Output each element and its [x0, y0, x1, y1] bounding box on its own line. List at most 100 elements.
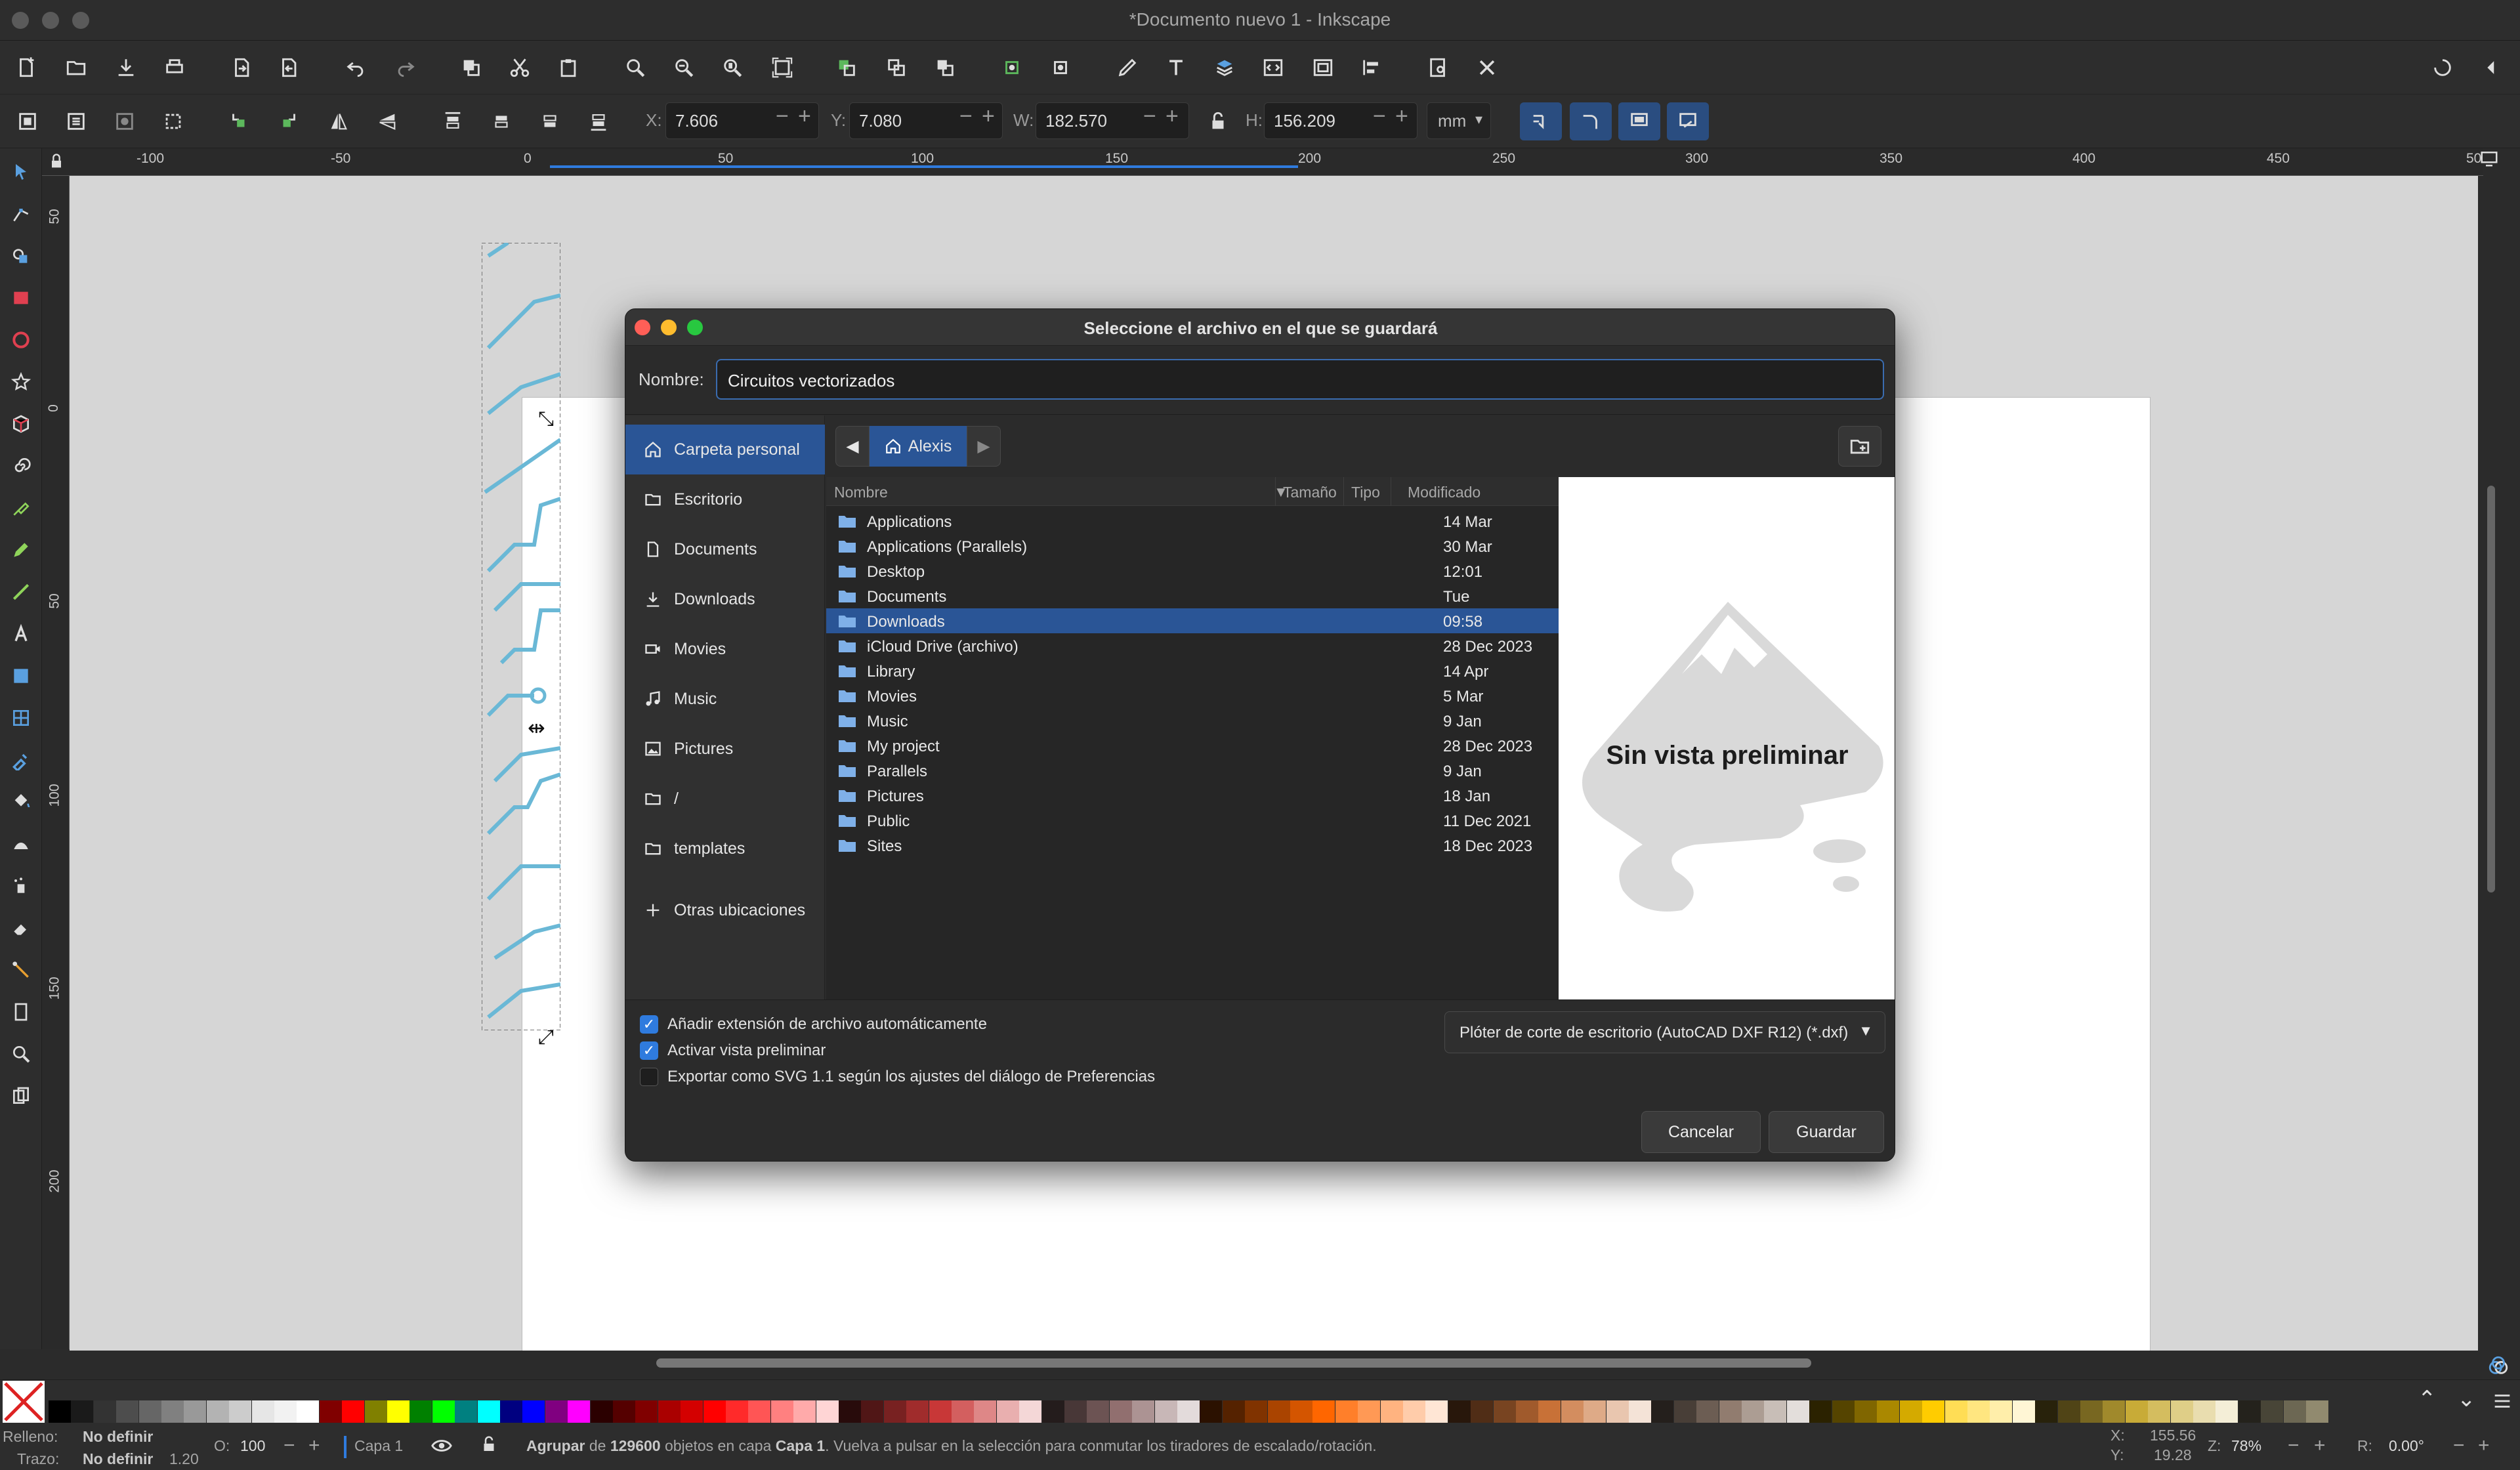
document-properties-button[interactable] — [1421, 51, 1456, 85]
color-swatch[interactable] — [1200, 1400, 1223, 1423]
touch-select-button[interactable] — [156, 104, 190, 138]
text-tool[interactable] — [5, 618, 37, 650]
rotation-value[interactable]: 0.00° — [2389, 1437, 2424, 1455]
color-swatch[interactable] — [387, 1400, 410, 1423]
vertical-scrollbar[interactable] — [2487, 486, 2495, 892]
color-swatch[interactable] — [1087, 1400, 1110, 1423]
cancel-button[interactable]: Cancelar — [1641, 1111, 1761, 1153]
preferences-button[interactable] — [1470, 51, 1504, 85]
y-field[interactable]: 7.080 — [849, 102, 1003, 139]
color-swatch[interactable] — [1764, 1400, 1787, 1423]
color-swatch[interactable] — [1222, 1400, 1245, 1423]
enable-preview-checkbox[interactable]: ✓ — [640, 1041, 658, 1060]
color-swatch[interactable] — [748, 1400, 771, 1423]
cut-button[interactable] — [503, 51, 537, 85]
export-button[interactable] — [272, 51, 306, 85]
color-swatch[interactable] — [342, 1400, 365, 1423]
file-row[interactable]: My project 28 Dec 2023 — [826, 733, 1577, 758]
color-swatch[interactable] — [1832, 1400, 1855, 1423]
color-swatch[interactable] — [681, 1400, 704, 1423]
x-field[interactable]: 7.606 — [665, 102, 819, 139]
layer-visibility-icon[interactable] — [430, 1435, 459, 1461]
y-increment-button[interactable]: + — [982, 104, 995, 129]
w-decrement-button[interactable]: − — [1143, 104, 1156, 129]
snap-bbox-button[interactable] — [995, 51, 1029, 85]
scale-corners-button[interactable] — [1570, 102, 1612, 140]
3d-box-tool[interactable] — [5, 408, 37, 440]
color-swatch[interactable] — [2080, 1400, 2103, 1423]
color-swatch[interactable] — [1109, 1400, 1132, 1423]
color-swatch[interactable] — [2283, 1400, 2306, 1423]
color-swatch[interactable] — [319, 1400, 342, 1423]
stroke-width-value[interactable]: 1.20 — [169, 1450, 199, 1468]
color-swatch[interactable] — [138, 1400, 161, 1423]
place-escritorio[interactable]: Escritorio — [625, 474, 825, 524]
xml-button[interactable] — [1256, 51, 1290, 85]
color-swatch[interactable] — [1809, 1400, 1832, 1423]
color-swatch[interactable] — [1132, 1400, 1155, 1423]
shape-builder-tool[interactable] — [5, 240, 37, 272]
duplicate-button[interactable] — [454, 51, 488, 85]
x-increment-button[interactable]: + — [798, 104, 811, 129]
color-swatch[interactable] — [2306, 1400, 2328, 1423]
snap-toggle-button[interactable] — [2426, 51, 2460, 85]
select-all-layers-button[interactable] — [59, 104, 93, 138]
color-swatch[interactable] — [274, 1400, 297, 1423]
color-swatch[interactable] — [974, 1400, 997, 1423]
rectangle-tool[interactable] — [5, 282, 37, 314]
current-layer-select[interactable]: Capa 1 — [354, 1437, 403, 1455]
color-swatch[interactable] — [1606, 1400, 1629, 1423]
color-swatch[interactable] — [1696, 1400, 1719, 1423]
color-swatch[interactable] — [1584, 1400, 1606, 1423]
zoom-drawing-button[interactable] — [667, 51, 701, 85]
file-row[interactable]: Downloads 09:58 — [826, 608, 1577, 633]
column-type[interactable]: Tipo — [1351, 484, 1380, 501]
color-swatch[interactable] — [2170, 1400, 2193, 1423]
paint-bucket-tool[interactable] — [5, 786, 37, 818]
color-swatch[interactable] — [2057, 1400, 2080, 1423]
place-pictures[interactable]: Pictures — [625, 724, 825, 774]
color-swatch[interactable] — [2238, 1400, 2261, 1423]
file-type-select[interactable]: Plóter de corte de escritorio (AutoCAD D… — [1444, 1011, 1885, 1053]
color-swatch[interactable] — [1245, 1400, 1268, 1423]
file-row[interactable]: Movies 5 Mar — [826, 683, 1577, 708]
dropper-tool[interactable] — [5, 744, 37, 776]
column-size[interactable]: Tamaño — [1283, 484, 1337, 501]
color-swatch[interactable] — [816, 1400, 839, 1423]
calligraphy-tool[interactable] — [5, 576, 37, 608]
h-increment-button[interactable]: + — [1395, 104, 1408, 129]
scale-handle-w[interactable]: ⇹ — [528, 715, 545, 740]
file-row[interactable]: Applications 14 Mar — [826, 509, 1577, 534]
gradient-tool[interactable] — [5, 660, 37, 692]
color-swatch[interactable] — [906, 1400, 929, 1423]
svg11-export-checkbox-row[interactable]: Exportar como SVG 1.1 según los ajustes … — [640, 1068, 1155, 1086]
scale-stroke-button[interactable] — [1520, 102, 1562, 140]
ungroup-button[interactable] — [879, 51, 914, 85]
color-swatch[interactable] — [2193, 1400, 2216, 1423]
column-modified[interactable]: Modificado — [1408, 484, 1480, 501]
color-swatch[interactable] — [635, 1400, 658, 1423]
zoom-tool[interactable] — [5, 1038, 37, 1070]
xml-editor-button[interactable] — [1110, 51, 1144, 85]
h-decrement-button[interactable]: − — [1373, 104, 1386, 129]
mesh-tool[interactable] — [5, 702, 37, 734]
place-carpeta-personal[interactable]: Carpeta personal — [625, 425, 825, 474]
path-back-button[interactable]: ◀ — [835, 426, 870, 467]
color-swatch[interactable] — [455, 1400, 478, 1423]
color-swatch[interactable] — [1922, 1400, 1945, 1423]
color-swatch[interactable] — [1267, 1400, 1290, 1423]
scale-handle-nw[interactable]: ⤡ — [538, 408, 554, 430]
auto-extension-checkbox[interactable]: ✓ — [640, 1015, 658, 1034]
color-swatch[interactable] — [793, 1400, 816, 1423]
file-row[interactable]: Applications (Parallels) 30 Mar — [826, 534, 1577, 558]
color-swatch[interactable] — [703, 1400, 726, 1423]
color-swatch[interactable] — [952, 1400, 974, 1423]
color-swatch[interactable] — [1041, 1400, 1064, 1423]
color-swatch[interactable] — [1154, 1400, 1177, 1423]
color-swatch[interactable] — [568, 1400, 591, 1423]
file-row[interactable]: Library 14 Apr — [826, 658, 1577, 683]
zoom-selection-button[interactable] — [618, 51, 652, 85]
color-swatch[interactable] — [839, 1400, 861, 1423]
color-swatch[interactable] — [1651, 1400, 1674, 1423]
flip-horizontal-button[interactable] — [322, 104, 356, 138]
